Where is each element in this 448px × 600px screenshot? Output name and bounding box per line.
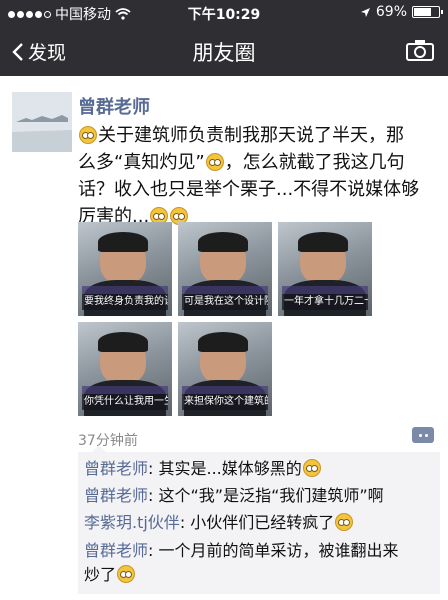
comment-item: 炒了: [84, 564, 438, 586]
comment-author[interactable]: 李紫玥.tj伙伴: [84, 513, 180, 532]
photo-caption: 你凭什么让我用一生的安: [82, 394, 168, 410]
comment-item[interactable]: 曾群老师: 一个月前的简单采访，被谁翻出来: [84, 540, 438, 562]
post-line: 话？收入也只是举个栗子...不得不说媒体够: [78, 179, 420, 200]
comment-text: : 小伙伴们已经转疯了: [179, 513, 335, 532]
post-line: 关于建筑师负责制我那天说了半天，那: [78, 122, 440, 149]
post-line: 么多“真知灼见” ，怎么就截了我这几句: [78, 152, 405, 173]
photo-caption: 来担保你这个建筑的问题: [182, 394, 268, 410]
photo-thumbnail[interactable]: 一年才拿十几万二十几万: [278, 222, 372, 316]
battery-percent: 69%: [375, 4, 407, 20]
nav-bar: 发现 朋友圈: [0, 26, 448, 76]
status-right: 69%: [360, 4, 443, 20]
photo-caption: 一年才拿十几万二十几万: [282, 294, 368, 310]
photo-thumbnail[interactable]: 来担保你这个建筑的问题: [178, 322, 272, 416]
emoji-icon: [117, 565, 136, 583]
comment-item[interactable]: 李紫玥.tj伙伴: 小伙伴们已经转疯了: [84, 512, 438, 534]
comment-text: : 这个“我”是泛指“我们建筑师”啊: [148, 486, 384, 505]
photo-thumbnail[interactable]: 要我终身负责我的设计: [78, 222, 172, 316]
comment-author[interactable]: 曾群老师: [84, 459, 148, 478]
photo-caption: 可是我在这个设计院: [182, 294, 268, 310]
post-author[interactable]: 曾群老师: [78, 93, 150, 119]
post-time: 37分钟前: [78, 433, 138, 449]
camera-button[interactable]: [406, 39, 434, 65]
photo-caption: 要我终身负责我的设计: [82, 294, 168, 310]
location-arrow-icon: [360, 7, 370, 17]
emoji-icon: [205, 153, 224, 171]
status-bar: 中国移动 下午10:29 69%: [0, 0, 448, 26]
comment-button[interactable]: [412, 427, 434, 443]
photo-thumbnail[interactable]: 可是我在这个设计院: [178, 222, 272, 316]
emoji-icon: [302, 459, 321, 477]
photo-thumbnail[interactable]: 你凭什么让我用一生的安: [78, 322, 172, 416]
comment-author[interactable]: 曾群老师: [84, 486, 148, 505]
comment-item[interactable]: 曾群老师: 其实是...媒体够黑的: [84, 458, 438, 480]
emoji-icon: [335, 513, 354, 531]
page-title: 朋友圈: [192, 41, 256, 65]
comment-item[interactable]: 曾群老师: 这个“我”是泛指“我们建筑师”啊: [84, 485, 438, 507]
avatar[interactable]: [12, 92, 72, 152]
comment-text: : 一个月前的简单采访，被谁翻出来: [148, 541, 399, 560]
comment-text: 炒了: [84, 565, 117, 584]
comments-panel: 曾群老师: 其实是...媒体够黑的 曾群老师: 这个“我”是泛指“我们建筑师”啊…: [78, 445, 440, 594]
emoji-icon: [79, 126, 97, 144]
post-text: 关于建筑师负责制我那天说了半天，那 么多“真知灼见” ，怎么就截了我这几句 话？收…: [78, 122, 440, 230]
battery-level-fill: [414, 8, 431, 16]
comment-author[interactable]: 曾群老师: [84, 541, 148, 560]
camera-icon: [406, 40, 434, 61]
battery-icon: [412, 6, 443, 18]
comment-text: : 其实是...媒体够黑的: [148, 459, 302, 478]
